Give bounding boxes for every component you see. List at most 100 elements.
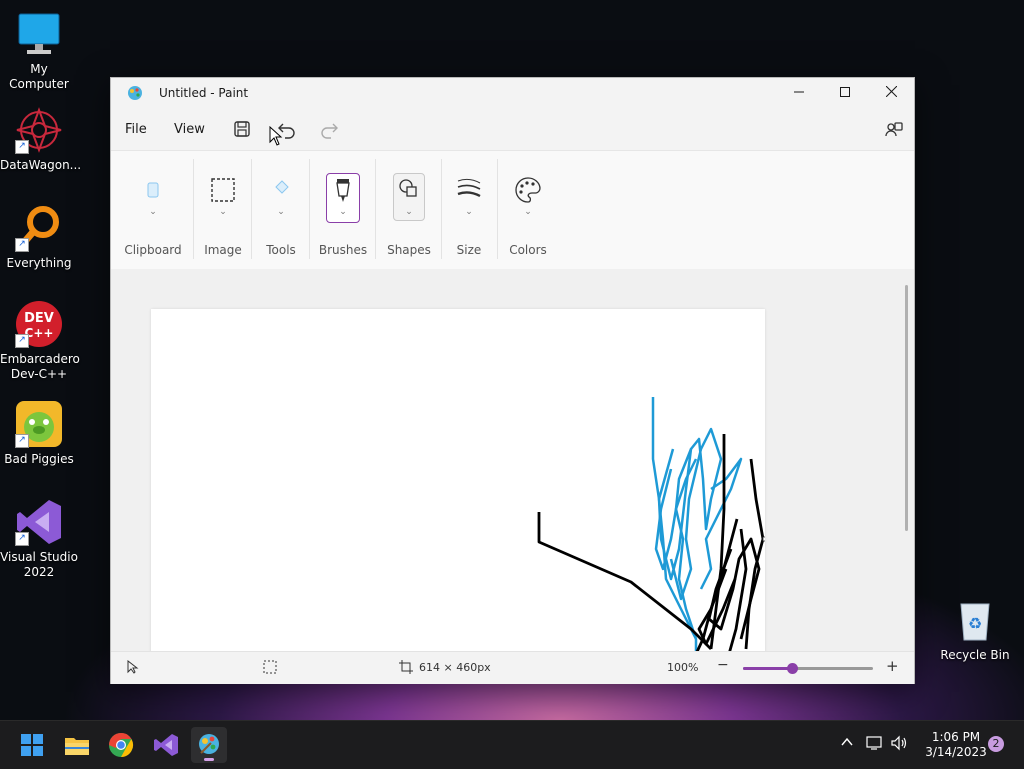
file-explorer-icon	[65, 738, 89, 755]
show-hidden-icons-button[interactable]	[840, 735, 854, 752]
palette-icon	[511, 173, 545, 207]
pig-icon: ↗	[15, 400, 63, 448]
zoom-slider-fill	[743, 667, 793, 670]
title-bar[interactable]: Untitled - Paint	[111, 78, 914, 108]
visual-studio-icon: ↗	[15, 498, 63, 546]
datawagon-icon: ↗	[15, 106, 63, 154]
close-button[interactable]	[868, 78, 914, 108]
chevron-down-icon: ⌄	[339, 207, 347, 217]
chevron-down-icon: ⌄	[149, 207, 157, 217]
selection-icon	[206, 173, 240, 207]
desktop-icon-label: My Computer	[9, 62, 69, 91]
desktop-icon-label: DataWagon...	[0, 158, 82, 172]
chevron-down-icon: ⌄	[219, 207, 227, 217]
taskbar-file-explorer[interactable]	[59, 727, 95, 763]
desktop-icon-visual-studio[interactable]: ↗ Visual Studio 2022	[0, 498, 78, 580]
zoom-slider-thumb[interactable]	[787, 663, 799, 674]
desktop-icon-bad-piggies[interactable]: ↗ Bad Piggies	[0, 400, 78, 467]
zoom-level[interactable]: 100%	[667, 661, 698, 674]
size-group[interactable]: ⌄ Size	[443, 151, 495, 269]
eraser-icon	[264, 173, 298, 207]
zoom-slider[interactable]	[743, 663, 873, 674]
zoom-out-button[interactable]: −	[717, 657, 729, 673]
taskbar-visual-studio[interactable]	[147, 727, 183, 763]
status-bar: 614 × 460px 100% − +	[111, 651, 914, 684]
chevron-up-icon	[841, 737, 853, 746]
vertical-scrollbar[interactable]	[905, 285, 908, 531]
shortcut-arrow-icon: ↗	[15, 238, 29, 252]
start-button[interactable]	[14, 727, 50, 763]
svg-text:♻: ♻	[968, 614, 982, 633]
desktop-icon-recycle-bin[interactable]: ♻ Recycle Bin	[936, 596, 1014, 663]
desktop-icon-label: Bad Piggies	[4, 452, 74, 466]
clipboard-icon	[136, 173, 170, 207]
file-menu[interactable]: File	[125, 122, 147, 137]
clipboard-label: Clipboard	[124, 243, 182, 257]
pointer-position-icon	[127, 659, 139, 677]
taskbar: 1:06 PM 3/14/2023	[0, 720, 1024, 769]
brushes-group[interactable]: ⌄ Brushes	[313, 151, 373, 269]
desktop-icon-my-computer[interactable]: My Computer	[0, 10, 78, 92]
desktop-icon-label: Embarcadero Dev-C++	[0, 352, 80, 381]
desktop-icon-label: Visual Studio 2022	[0, 550, 78, 579]
drawing-canvas[interactable]	[151, 309, 768, 651]
maximize-icon	[840, 87, 850, 97]
shortcut-arrow-icon: ↗	[15, 434, 29, 448]
chevron-down-icon: ⌄	[405, 207, 413, 217]
menu-bar: File View	[111, 108, 914, 150]
shapes-group[interactable]: ⌄ Shapes	[381, 151, 437, 269]
visual-studio-icon	[154, 734, 178, 756]
divider	[497, 159, 498, 259]
clock-date: 3/14/2023	[925, 745, 987, 759]
size-icon	[452, 173, 486, 207]
clock-time: 1:06 PM	[931, 730, 981, 744]
desktop-icon-everything[interactable]: ↗ Everything	[0, 204, 78, 271]
tools-group[interactable]: ⌄ Tools	[253, 151, 309, 269]
paint-app-icon	[127, 85, 143, 101]
colors-group[interactable]: ⌄ Colors	[499, 151, 557, 269]
shortcut-arrow-icon: ↗	[15, 532, 29, 546]
account-button[interactable]	[884, 120, 904, 140]
desktop-icon-devcpp[interactable]: DEV C++ ↗ Embarcadero Dev-C++	[0, 300, 80, 382]
minimize-button[interactable]	[776, 78, 822, 108]
notification-badge[interactable]: 2	[988, 736, 1004, 752]
canvas-size-icon	[399, 660, 413, 677]
image-label: Image	[204, 243, 242, 257]
view-menu[interactable]: View	[174, 122, 205, 137]
save-icon	[234, 121, 250, 137]
divider	[193, 159, 194, 259]
network-button[interactable]	[866, 735, 884, 754]
resize-handle	[762, 536, 768, 542]
save-button[interactable]	[233, 120, 253, 140]
shapes-label: Shapes	[387, 243, 431, 257]
taskbar-paint[interactable]	[191, 727, 227, 763]
colors-label: Colors	[509, 243, 547, 257]
mouse-cursor-icon	[269, 125, 289, 146]
chevron-down-icon: ⌄	[465, 207, 473, 217]
redo-icon	[321, 123, 338, 139]
close-icon	[885, 85, 897, 98]
zoom-in-button[interactable]: +	[886, 657, 899, 675]
divider	[309, 159, 310, 259]
chevron-down-icon: ⌄	[277, 207, 285, 217]
ribbon: ⌄ Clipboard ⌄ Image ⌄ Tools ⌄ Brushes ⌄ …	[111, 150, 914, 270]
desktop-icon-datawagon[interactable]: ↗ DataWagon...	[0, 106, 82, 173]
clock[interactable]: 1:06 PM 3/14/2023	[918, 730, 994, 760]
start-icon	[21, 734, 43, 756]
divider	[375, 159, 376, 259]
canvas-drawing	[537, 397, 768, 651]
divider	[251, 159, 252, 259]
volume-button[interactable]	[890, 735, 908, 754]
maximize-button[interactable]	[822, 78, 868, 108]
tools-label: Tools	[266, 243, 296, 257]
paint-window[interactable]: Untitled - Paint File View ⌄ Clipboard ⌄…	[110, 77, 915, 684]
selection-size-icon	[263, 660, 277, 677]
desktop-icon-label: Everything	[6, 256, 72, 270]
image-group[interactable]: ⌄ Image	[195, 151, 251, 269]
redo-button[interactable]	[319, 120, 339, 140]
canvas-area[interactable]	[111, 269, 914, 651]
chevron-down-icon: ⌄	[524, 207, 532, 217]
shortcut-arrow-icon: ↗	[15, 334, 29, 348]
clipboard-group[interactable]: ⌄ Clipboard	[121, 151, 185, 269]
taskbar-chrome[interactable]	[103, 727, 139, 763]
